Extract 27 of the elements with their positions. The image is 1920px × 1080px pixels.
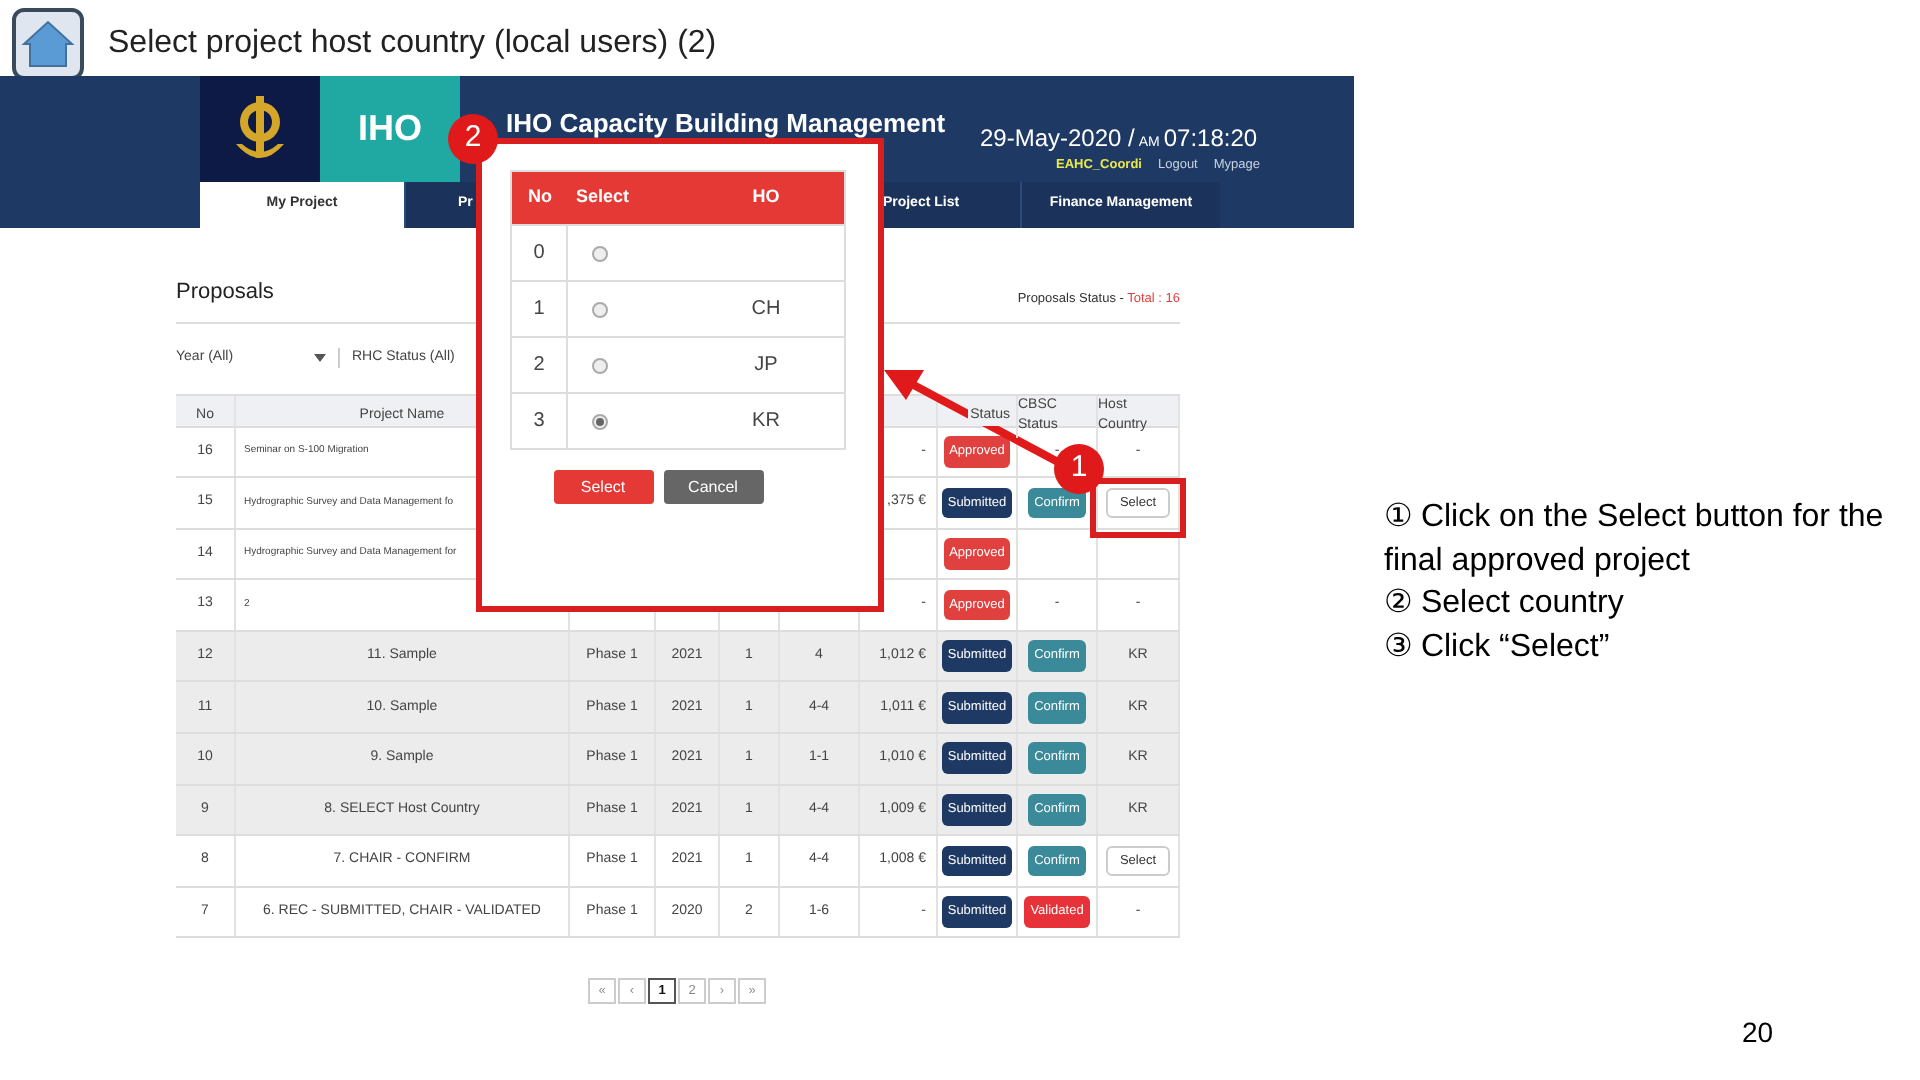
radio-button[interactable] <box>592 357 608 373</box>
instruction-text: ③ Click “Select” <box>1384 627 1612 667</box>
column-header: HO <box>752 184 780 211</box>
time-text: 07:18:20 <box>1163 122 1258 156</box>
app-title: IHO Capacity Building Management <box>506 106 946 142</box>
instruction-text: ② Select country <box>1384 584 1626 624</box>
table-cell-text: 2 <box>533 352 545 380</box>
country-code: CH <box>751 296 781 324</box>
instruction-text: ① Click on the Select button for the final approved project <box>1384 498 1886 581</box>
table-cell-text: 3 <box>533 408 545 436</box>
section-title: Proposals <box>176 278 274 308</box>
table-cell-text: 1 <box>533 296 545 324</box>
radio-button[interactable] <box>592 245 608 261</box>
country-code: JP <box>754 352 778 380</box>
select-button[interactable]: Select <box>553 470 653 504</box>
logo-text: IHO <box>357 106 422 152</box>
table-cell-text: 0 <box>533 240 545 268</box>
page-number: 20 <box>1742 1014 1774 1052</box>
cancel-button[interactable]: Cancel <box>663 470 763 504</box>
country-code: KR <box>752 408 780 436</box>
radio-button[interactable] <box>592 413 608 429</box>
column-header: No <box>528 184 552 211</box>
slide-title: Select project host country (local users) (2) <box>108 24 717 64</box>
date-text: 29-May-2020 / <box>980 122 1135 156</box>
column-header: Select <box>576 184 630 211</box>
radio-button[interactable] <box>592 301 608 317</box>
home-icon[interactable] <box>12 8 84 80</box>
